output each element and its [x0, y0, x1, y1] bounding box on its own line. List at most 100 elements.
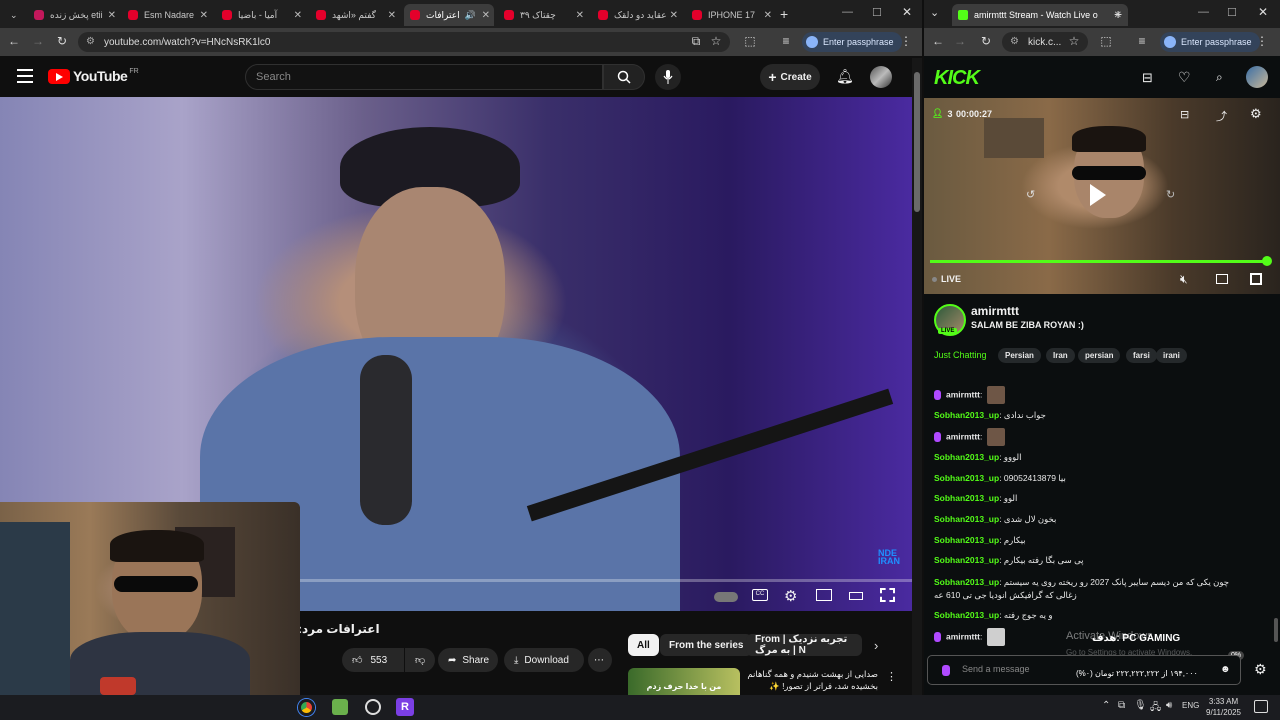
chat-username[interactable]: amirmttt	[946, 631, 980, 641]
enter-passphrase-button[interactable]: Enter passphrase	[1160, 32, 1260, 52]
kick-logo[interactable]: KICK	[934, 67, 980, 90]
rewind-icon[interactable]: ↺	[1026, 188, 1035, 201]
recommended-title[interactable]: صدایی از بهشت شنیدم و همه گناهانم بخشیده…	[746, 668, 878, 694]
tag-iran[interactable]: Iran	[1046, 348, 1075, 363]
tray-language[interactable]: ENG	[1182, 701, 1199, 710]
tab-5[interactable]: چقتاک ۳۹ ✕	[498, 4, 588, 26]
maximize-icon[interactable]: ☐	[872, 6, 882, 19]
r-app-taskbar-icon[interactable]: R	[396, 698, 414, 716]
obs-taskbar-icon[interactable]	[365, 699, 381, 715]
chevron-right-icon[interactable]: ›	[874, 638, 878, 653]
chat-username[interactable]: amirmttt	[946, 431, 980, 441]
voice-search-button[interactable]	[655, 64, 681, 90]
search-icon[interactable]: ⌕	[1216, 70, 1223, 85]
download-button[interactable]: ⤓ Download	[504, 648, 584, 672]
chat-username[interactable]: amirmttt	[946, 389, 980, 399]
chip-from-channel[interactable]: From | تجربه نزدیک به مرگ | N	[746, 634, 862, 656]
emoji-icon[interactable]: ☻	[1220, 664, 1231, 675]
kebab-menu-icon[interactable]: ⋮	[898, 34, 914, 48]
recommended-more-icon[interactable]: ⋮	[886, 670, 897, 683]
reload-icon[interactable]: ↻	[54, 34, 70, 48]
new-tab-plus-icon[interactable]: +	[780, 6, 788, 22]
tab-7[interactable]: IPHONE 17 ✕	[686, 4, 776, 26]
captions-icon[interactable]: CC	[752, 589, 768, 601]
speaker-icon[interactable]: 🔊	[465, 10, 476, 21]
address-bar[interactable]: ⚙ youtube.com/watch?v=HNcNsRK1lc0	[78, 32, 730, 52]
chip-all[interactable]: All	[628, 634, 659, 656]
more-actions-button[interactable]: ⋯	[588, 648, 612, 672]
tray-app-icon[interactable]: ⧉	[1118, 700, 1125, 711]
close-icon[interactable]: ✕	[670, 10, 678, 21]
tray-chevron-up-icon[interactable]: ⌃	[1102, 700, 1110, 711]
app-taskbar-icon[interactable]	[332, 699, 348, 715]
close-icon[interactable]: ✕	[200, 10, 208, 21]
chat-username[interactable]: Sobhan2013_up	[934, 452, 999, 462]
kick-video-player[interactable]: 👤︎ 3 00:00:27 ⊟ ⤴ ⚙ ↺ ↻ LIVE 🔇︎	[924, 98, 1280, 294]
tab-2[interactable]: آمیا - باضیا ✕	[216, 4, 306, 26]
close-icon[interactable]: ✕	[108, 10, 116, 21]
notifications-bell-icon[interactable]: 🔔︎	[836, 68, 854, 85]
hamburger-menu-icon[interactable]	[17, 69, 33, 83]
search-button[interactable]	[603, 64, 645, 90]
tag-persian-lower[interactable]: persian	[1078, 348, 1121, 363]
play-icon[interactable]	[1090, 184, 1106, 206]
close-icon[interactable]: ✕	[294, 10, 302, 21]
streamer-name[interactable]: amirmttt	[971, 304, 1019, 318]
tag-farsi[interactable]: farsi	[1126, 348, 1157, 363]
recommended-thumbnail[interactable]: من با خدا حرف زدم	[628, 668, 740, 695]
close-icon[interactable]: ✕	[482, 10, 490, 21]
youtube-logo[interactable]: YouTube FR	[48, 68, 139, 84]
new-tab-plus-icon[interactable]: +	[1114, 6, 1122, 22]
chat-username[interactable]: Sobhan2013_up	[934, 577, 999, 587]
chat-scrollbar[interactable]	[1274, 618, 1278, 642]
progress-handle[interactable]	[1262, 256, 1272, 266]
back-arrow-icon[interactable]: ←	[6, 34, 22, 48]
tray-clock[interactable]: 3:33 AM 9/11/2025	[1206, 696, 1241, 718]
dislike-button[interactable]: 👎︎	[405, 648, 435, 672]
tray-microphone-icon[interactable]: 🎙︎	[1134, 700, 1147, 711]
window-close-icon[interactable]: ✕	[1258, 5, 1268, 19]
site-info-icon[interactable]: ⚙	[1010, 36, 1019, 47]
bookmark-star-icon[interactable]: ☆	[1066, 34, 1082, 48]
share-icon[interactable]: ⤴	[1216, 108, 1227, 124]
forward-icon[interactable]: ↻	[1166, 188, 1175, 201]
page-scrollbar[interactable]	[912, 58, 922, 695]
mute-icon[interactable]: 🔇︎	[1180, 272, 1188, 287]
chip-from-series[interactable]: From the series	[660, 634, 753, 656]
fullscreen-icon[interactable]	[880, 588, 895, 602]
tab-search-button[interactable]: ⌄	[4, 4, 26, 26]
chat-username[interactable]: Sobhan2013_up	[934, 555, 999, 565]
reload-icon[interactable]: ↻	[978, 34, 994, 48]
window-close-icon[interactable]: ✕	[902, 5, 912, 19]
chevron-down-icon[interactable]: ⌄	[930, 6, 939, 19]
stream-progress-bar[interactable]	[930, 260, 1268, 263]
share-button[interactable]: ➦ Share	[438, 648, 498, 672]
tray-volume-icon[interactable]: 🔊︎	[1166, 700, 1172, 711]
minimize-icon[interactable]: —	[842, 6, 853, 18]
tab-kick[interactable]: amirmttt Stream - Watch Live o ✕	[952, 4, 1128, 26]
close-icon[interactable]: ✕	[576, 10, 584, 21]
tray-network-icon[interactable]: 🖧	[1150, 700, 1161, 717]
tag-persian[interactable]: Persian	[998, 348, 1041, 363]
chat-username[interactable]: Sobhan2013_up	[934, 514, 999, 524]
extensions-icon[interactable]: ⬚	[1098, 34, 1114, 48]
clip-icon[interactable]: ⊟	[1180, 108, 1189, 121]
tab-1[interactable]: Esm Nadare ✕	[122, 4, 212, 26]
extensions-icon[interactable]: ⬚	[742, 34, 758, 48]
scrollbar-thumb[interactable]	[914, 72, 920, 212]
avatar[interactable]	[1246, 66, 1268, 88]
forward-arrow-icon[interactable]: →	[30, 34, 46, 48]
chat-username[interactable]: Sobhan2013_up	[934, 610, 999, 620]
fullscreen-icon[interactable]	[1250, 273, 1262, 285]
tab-0[interactable]: پخش زنده etii ✕	[28, 4, 120, 26]
forward-arrow-icon[interactable]: →	[952, 34, 968, 48]
pip-icon[interactable]	[1216, 274, 1228, 284]
media-control-icon[interactable]: ≡	[1134, 34, 1150, 48]
mic-icon[interactable]	[942, 665, 950, 676]
message-input[interactable]: Send a message ۱۹۴,۰۰۰ از ۲۲۲,۲۲۲,۲۲۲ تو…	[927, 655, 1241, 685]
autoplay-toggle[interactable]	[714, 592, 738, 602]
close-icon[interactable]: ✕	[764, 10, 772, 21]
tag-irani[interactable]: irani	[1156, 348, 1187, 363]
category-link[interactable]: Just Chatting	[934, 350, 987, 360]
live-indicator[interactable]: LIVE	[932, 274, 961, 284]
